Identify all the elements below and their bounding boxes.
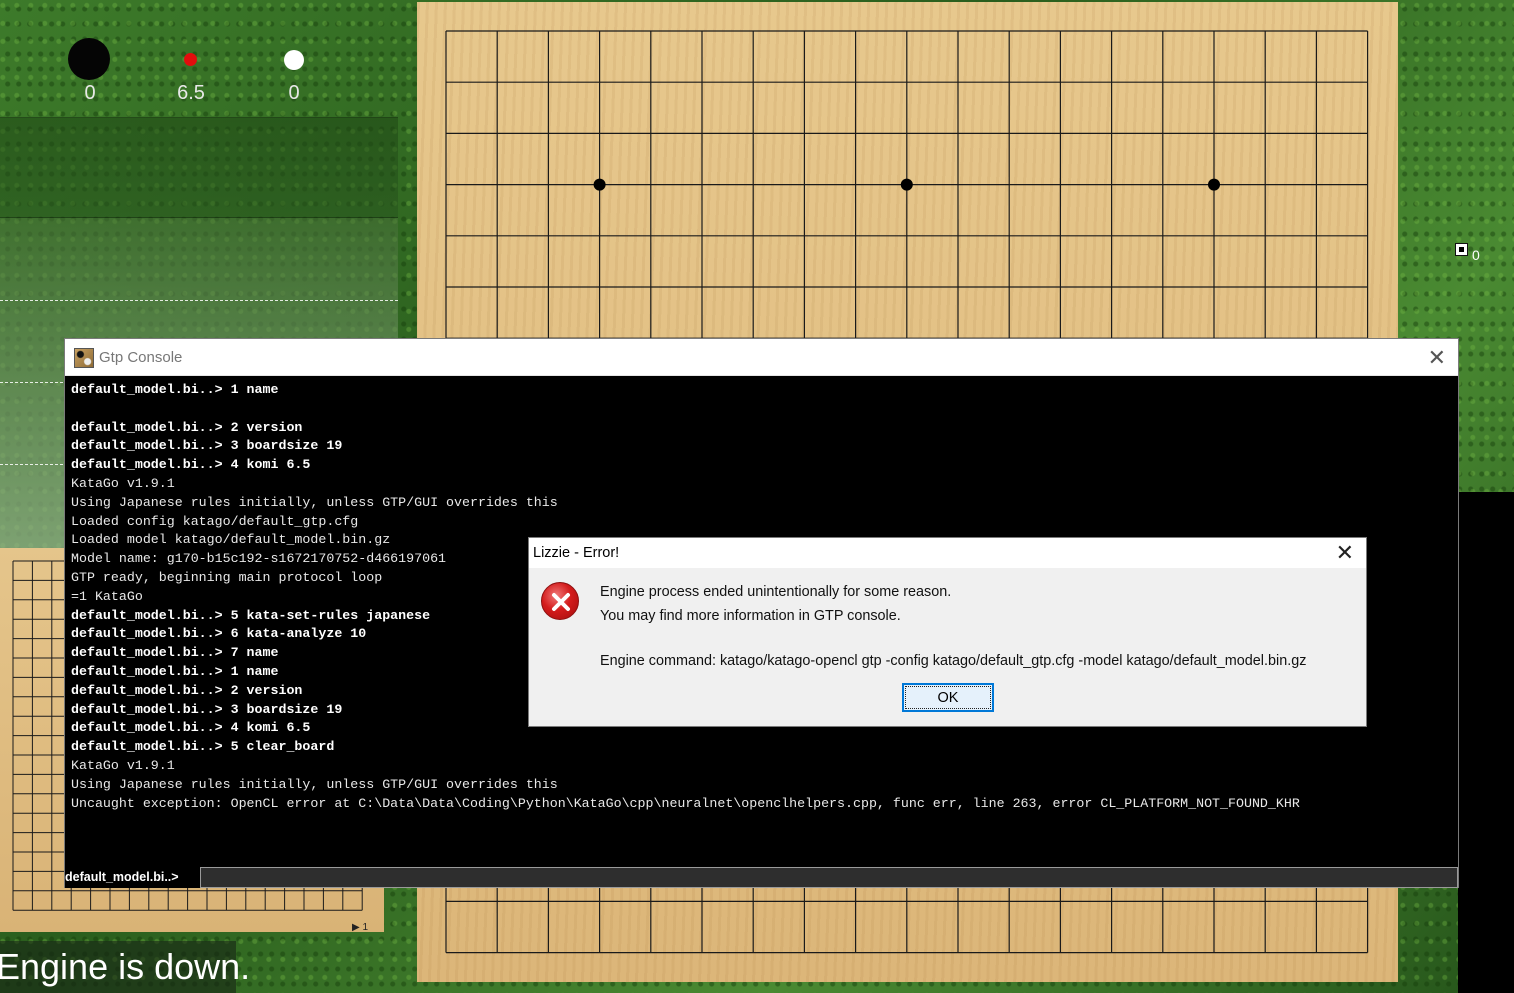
console-line: default_model.bi..> 1 name <box>71 382 279 397</box>
gtp-command-input[interactable] <box>200 867 1458 888</box>
engine-status-text: Engine is down. <box>0 946 251 987</box>
star-point <box>593 178 606 191</box>
move-indicator-icon <box>1455 243 1468 256</box>
console-line: Loaded config katago/default_gtp.cfg <box>71 513 359 529</box>
console-line: Using Japanese rules initially, unless G… <box>71 494 558 510</box>
console-line: default_model.bi..> 5 clear_board <box>71 739 335 755</box>
star-point <box>900 178 913 191</box>
error-message-line: You may find more information in GTP con… <box>600 608 901 624</box>
console-line: Using Japanese rules initially, unless G… <box>71 776 558 792</box>
gtp-close-button[interactable]: ✕ <box>1428 345 1446 371</box>
error-icon <box>541 582 579 620</box>
console-line: KataGo v1.9.1 <box>71 475 175 491</box>
console-line: default_model.bi..> 2 version <box>71 419 303 435</box>
komi-indicator-icon <box>184 53 197 66</box>
error-dialog-titlebar[interactable]: Lizzie - Error! ✕ <box>529 538 1366 568</box>
score-area: 0 6.5 0 <box>0 0 398 118</box>
error-close-button[interactable]: ✕ <box>1336 540 1354 566</box>
gtp-command-bar: default_model.bi..> <box>65 867 1458 888</box>
white-stone-icon <box>284 50 304 70</box>
console-line: KataGo v1.9.1 <box>71 757 175 773</box>
error-dialog-title: Lizzie - Error! <box>533 545 620 561</box>
black-stone-icon <box>68 38 110 80</box>
error-dialog: Lizzie - Error! ✕ Engine process ended u… <box>528 537 1367 727</box>
console-line: default_model.bi..> 3 boardsize 19 <box>71 438 343 454</box>
winrate-panel <box>0 118 398 218</box>
mini-board-label: ▶ 1 <box>352 922 369 933</box>
black-score: 0 <box>84 82 96 104</box>
graph-dashed-line <box>0 300 398 301</box>
gtp-console-titlebar[interactable]: Gtp Console ✕ <box>65 339 1458 376</box>
error-message-line: Engine process ended unintentionally for… <box>600 584 952 600</box>
console-line: Uncaught exception: OpenCL error at C:\D… <box>71 795 1300 811</box>
komi-value: 6.5 <box>177 82 205 104</box>
white-score: 0 <box>288 82 300 104</box>
gtp-console-title: Gtp Console <box>99 349 183 366</box>
gtp-prompt: default_model.bi..> <box>65 870 179 884</box>
ok-button[interactable]: OK <box>902 683 994 712</box>
console-line: default_model.bi..> 4 komi 6.5 <box>71 457 311 473</box>
star-point <box>1208 178 1220 191</box>
move-count: 0 <box>1472 247 1480 263</box>
lizzie-app-icon <box>74 348 94 368</box>
right-dark-panel <box>1458 492 1514 993</box>
engine-command-text: Engine command: katago/katago-opencl gtp… <box>600 653 1307 669</box>
